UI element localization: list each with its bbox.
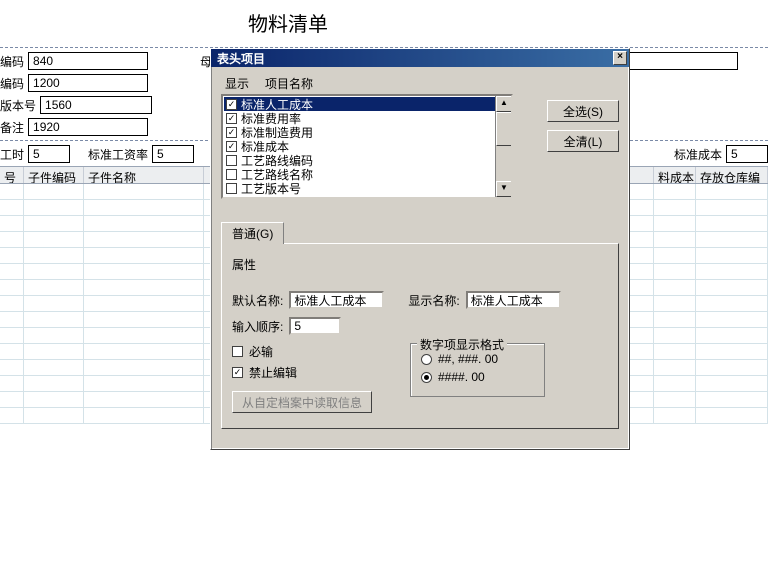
col-2[interactable]: 子件编码 [24, 167, 84, 183]
required-checkbox[interactable]: 必输 [232, 343, 382, 360]
panel-heading: 属性 [232, 256, 608, 273]
list-item-label: 工艺版本号 [241, 180, 301, 197]
col-1[interactable]: 号 [0, 167, 24, 183]
checkbox-icon[interactable] [226, 169, 237, 180]
checkbox-icon[interactable]: ✓ [226, 99, 237, 110]
version-label: 版本号 [0, 97, 40, 114]
code-input[interactable] [28, 52, 148, 70]
display-name-input[interactable] [466, 291, 561, 309]
note-label: 备注 [0, 119, 28, 136]
col-4[interactable]: 料成本 [654, 167, 696, 183]
close-icon[interactable]: × [613, 51, 627, 65]
wage-input[interactable] [152, 145, 194, 163]
hours-label: 工时 [0, 146, 28, 163]
forbid-edit-checkbox[interactable]: ✓ 禁止编辑 [232, 364, 382, 381]
stdcost-input[interactable] [726, 145, 768, 163]
number-format-title: 数字项显示格式 [417, 336, 507, 353]
tab-general[interactable]: 普通(G) [221, 222, 284, 244]
code-label: 编码 [0, 53, 28, 70]
stdcost-label: 标准成本 [674, 146, 726, 163]
checkbox-icon[interactable] [226, 183, 237, 194]
scrollbar[interactable]: ▲ ▼ [495, 96, 511, 197]
clear-all-button[interactable]: 全清(L) [547, 130, 619, 152]
read-from-archive-button[interactable]: 从自定档案中读取信息 [232, 391, 372, 413]
scroll-down-icon[interactable]: ▼ [496, 181, 512, 197]
code2-input[interactable] [28, 74, 148, 92]
format-option-1[interactable]: ##, ###. 00 [421, 352, 534, 366]
col-show: 显示 [221, 73, 261, 94]
items-listbox[interactable]: ✓标准人工成本✓标准费用率✓标准制造费用✓标准成本工艺路线编码工艺路线名称工艺版… [221, 94, 513, 199]
hours-input[interactable] [28, 145, 70, 163]
checkbox-icon[interactable]: ✓ [226, 141, 237, 152]
page-title: 物料清单 [0, 8, 768, 37]
scroll-thumb[interactable] [496, 112, 512, 146]
col-3[interactable]: 子件名称 [84, 167, 204, 183]
note-input[interactable] [28, 118, 148, 136]
required-label: 必输 [249, 343, 273, 360]
display-name-label: 显示名称: [408, 292, 459, 309]
checkbox-icon[interactable]: ✓ [226, 113, 237, 124]
scroll-up-icon[interactable]: ▲ [496, 96, 512, 112]
default-name-input[interactable] [289, 291, 384, 309]
version-input[interactable] [40, 96, 152, 114]
list-item[interactable]: 工艺版本号 [224, 181, 510, 195]
col-name: 项目名称 [261, 73, 325, 94]
dialog-titlebar[interactable]: 表头项目 × [211, 49, 629, 67]
default-name-label: 默认名称: [232, 292, 283, 309]
format-option-2[interactable]: ####. 00 [421, 370, 534, 384]
list-head: 显示 项目名称 [221, 73, 619, 94]
number-format-group: 数字项显示格式 ##, ###. 00 ####. 00 [410, 343, 545, 397]
order-input[interactable] [289, 317, 341, 335]
order-label: 输入顺序: [232, 318, 283, 335]
col-5[interactable]: 存放仓库编 [696, 167, 768, 183]
select-all-button[interactable]: 全选(S) [547, 100, 619, 122]
checkbox-icon[interactable] [226, 155, 237, 166]
code2-label: 编码 [0, 75, 28, 92]
checkbox-icon[interactable]: ✓ [226, 127, 237, 138]
wage-label: 标准工资率 [88, 146, 152, 163]
forbid-label: 禁止编辑 [249, 364, 297, 381]
header-items-dialog: 表头项目 × 显示 项目名称 ✓标准人工成本✓标准费用率✓标准制造费用✓标准成本… [210, 48, 630, 450]
general-panel: 属性 默认名称: 显示名称: 输入顺序: 必输 [221, 243, 619, 429]
dialog-title: 表头项目 [217, 50, 265, 67]
